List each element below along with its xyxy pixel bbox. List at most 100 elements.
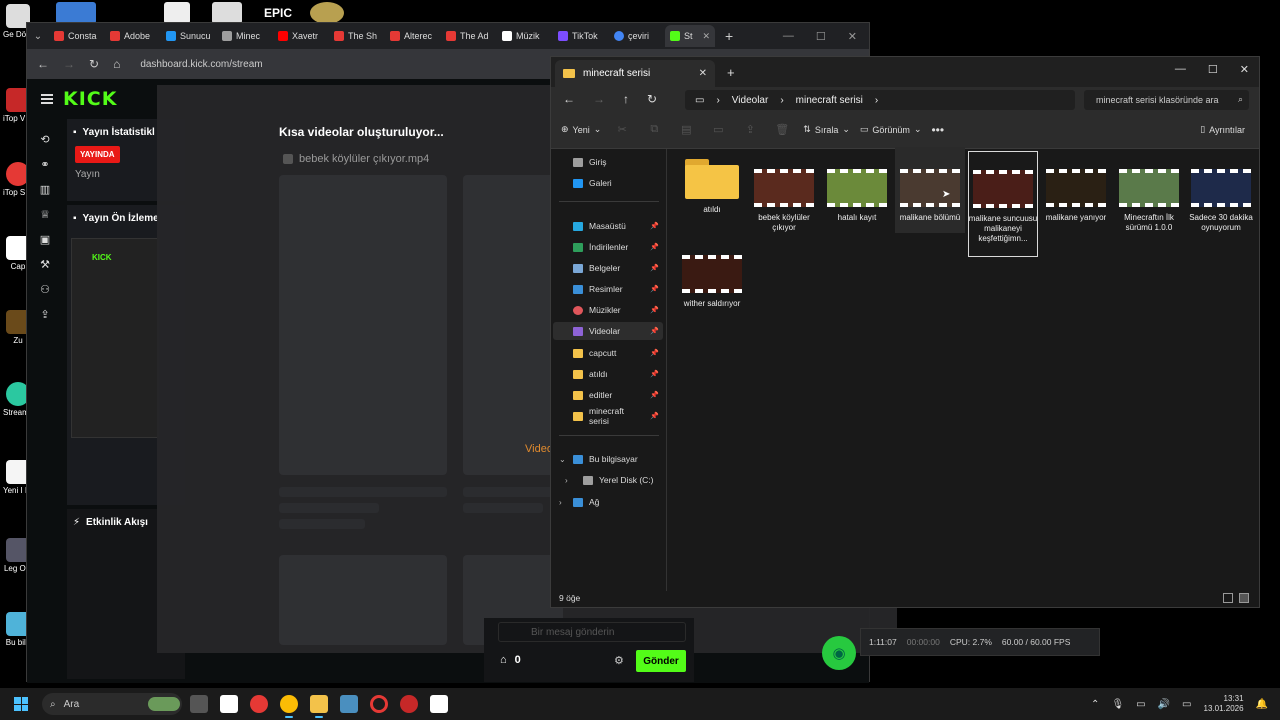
tiles-view-icon[interactable] [1239, 593, 1249, 603]
maximize-icon[interactable]: ☐ [816, 30, 826, 43]
explorer-tab[interactable]: minecraft serisi ✕ [555, 60, 715, 87]
video-file-item[interactable]: Sadece 30 dakika oynuyorum [1186, 149, 1256, 233]
browser-tab-active[interactable]: St ✕ [665, 25, 715, 47]
browser-tab[interactable]: Müzik [497, 25, 553, 47]
forward-icon[interactable]: → [63, 57, 75, 71]
taskbar-search[interactable]: ⌕ Ara [42, 693, 182, 715]
chevron-down-icon[interactable]: ⌄ [559, 455, 566, 464]
search-input[interactable]: minecraft serisi klasöründe ara ⌕ [1084, 90, 1249, 110]
details-button[interactable]: ▯ Ayrıntılar [1200, 124, 1245, 135]
nav-item-folder[interactable]: minecraft serisi 📌 [553, 406, 663, 426]
nav-item-documents[interactable]: Belgeler 📌 [553, 259, 663, 277]
chevron-right-icon[interactable]: › [565, 476, 568, 485]
minimize-icon[interactable]: — [783, 30, 794, 43]
breadcrumb-item[interactable]: Videolar [732, 95, 769, 106]
delete-icon[interactable]: 🗑 [771, 123, 793, 136]
chrome-icon[interactable] [280, 695, 298, 718]
browser-tab[interactable]: The Sh [329, 25, 385, 47]
stream-preview-video[interactable]: KICK [71, 238, 159, 438]
link-icon[interactable]: ⚭ [40, 158, 49, 171]
desktop-top-icon-5[interactable] [310, 2, 344, 24]
itop-recorder-icon[interactable] [400, 695, 418, 713]
sort-button[interactable]: ⇅ Sırala ⌄ [803, 124, 850, 135]
nav-item-network[interactable]: › Ağ [553, 493, 663, 511]
breadcrumb-item[interactable]: minecraft serisi [796, 95, 863, 106]
nav-item-music[interactable]: Müzikler 📌 [553, 301, 663, 319]
chart-icon[interactable]: ▥ [40, 183, 50, 196]
browser-tab[interactable]: çeviri [609, 25, 665, 47]
reload-icon[interactable]: ↻ [89, 57, 99, 71]
new-tab-icon[interactable]: + [715, 28, 743, 44]
details-view-icon[interactable] [1223, 593, 1233, 603]
browser-tab[interactable]: Adobe [105, 25, 161, 47]
rename-icon[interactable]: ▭ [707, 123, 729, 136]
windows-start-icon[interactable] [14, 697, 28, 711]
folder-item[interactable]: atıldı [677, 149, 747, 215]
nav-item-folder[interactable]: capcutt 📌 [553, 344, 663, 362]
video-file-item[interactable]: wither saldırıyor [677, 235, 747, 309]
browser-tab[interactable]: Consta [49, 25, 105, 47]
paste-icon[interactable]: ▤ [675, 123, 697, 136]
clock[interactable]: 13:31 13.01.2026 [1204, 694, 1244, 714]
kick-logo[interactable]: KICK [63, 88, 117, 110]
up-icon[interactable]: ↑ [623, 92, 629, 106]
video-file-item[interactable]: bebek köylüler çıkıyor [749, 149, 819, 233]
desktop-top-icon-2[interactable] [164, 2, 190, 24]
browser-tab[interactable]: The Ad [441, 25, 497, 47]
app-icon[interactable] [340, 695, 358, 713]
home-icon[interactable]: ⌂ [113, 57, 120, 71]
address-bar[interactable]: dashboard.kick.com/stream [140, 59, 262, 70]
notification-icon[interactable]: 🔔 [1256, 699, 1268, 710]
task-view-icon[interactable] [190, 695, 208, 713]
send-button[interactable]: Gönder [636, 650, 686, 672]
browser-tab[interactable]: Sunucu [161, 25, 217, 47]
upload-icon[interactable]: ⇪ [40, 308, 49, 321]
nav-item-home[interactable]: Giriş [553, 153, 663, 171]
breadcrumb[interactable]: ▭ › Videolar › minecraft serisi › [685, 90, 1075, 110]
nav-item-pictures[interactable]: Resimler 📌 [553, 280, 663, 298]
wrench-icon[interactable]: ⚒ [40, 258, 50, 271]
nav-item-gallery[interactable]: Galeri [553, 174, 663, 192]
new-tab-icon[interactable]: + [727, 65, 735, 80]
nav-item-folder[interactable]: atıldı 📌 [553, 365, 663, 383]
browser-tab[interactable]: Minec [217, 25, 273, 47]
video-file-item-selected[interactable]: malikane suncuusu malikaneyi keşfettiğim… [968, 151, 1038, 257]
back-icon[interactable]: ← [37, 57, 49, 71]
desktop-top-icon-1[interactable] [56, 2, 96, 24]
more-icon[interactable]: ••• [931, 123, 944, 137]
chevron-up-icon[interactable]: ⌃ [1091, 699, 1099, 710]
nav-item-desktop[interactable]: Masaüstü 📌 [553, 217, 663, 235]
chat-input[interactable]: Bir mesaj gönderin [498, 622, 686, 642]
video-file-item[interactable]: Minecraftın İlk sürümü 1.0.0 [1114, 149, 1184, 233]
close-icon[interactable]: ✕ [1240, 63, 1249, 76]
chevron-right-icon[interactable]: › [559, 498, 562, 507]
users-icon[interactable]: ⚇ [40, 283, 50, 296]
view-button[interactable]: ▭ Görünüm ⌄ [860, 124, 922, 135]
capcut-icon[interactable] [430, 695, 448, 713]
share-icon[interactable]: ⇪ [739, 123, 761, 136]
video-file-item[interactable]: hatalı kayıt [822, 149, 892, 223]
trophy-icon[interactable]: ♕ [40, 208, 50, 221]
browser-tab[interactable]: TikTok [553, 25, 609, 47]
cut-icon[interactable]: ✂ [611, 123, 633, 136]
tab-search-icon[interactable]: ⌄ [27, 31, 49, 42]
video-file-item-hovered[interactable]: malikane bölümü [895, 147, 965, 233]
close-tab-icon[interactable]: ✕ [702, 31, 710, 42]
opera-icon[interactable] [250, 695, 268, 713]
copy-icon[interactable]: ⧉ [643, 123, 665, 136]
browser-tab[interactable]: Alterec [385, 25, 441, 47]
maximize-icon[interactable]: ☐ [1208, 63, 1218, 76]
back-icon[interactable]: ← [563, 92, 575, 106]
nav-item-downloads[interactable]: İndirilenler 📌 [553, 238, 663, 256]
desktop-top-icon-3[interactable] [212, 2, 242, 24]
video-file-item[interactable]: malikane yanıyor [1041, 149, 1111, 223]
video-icon[interactable]: ▣ [40, 233, 50, 246]
battery-icon[interactable]: ▭ [1182, 699, 1191, 710]
microphone-icon[interactable]: 🎙 [1111, 699, 1124, 710]
opera-gx-icon[interactable] [370, 695, 388, 713]
nav-item-videos[interactable]: Videolar 📌 [553, 322, 663, 340]
store-icon[interactable]: ⌂ [500, 654, 507, 666]
close-icon[interactable]: ✕ [848, 30, 857, 43]
refresh-icon[interactable]: ↻ [647, 92, 657, 106]
new-button[interactable]: ⊕ Yeni ⌄ [561, 124, 601, 135]
